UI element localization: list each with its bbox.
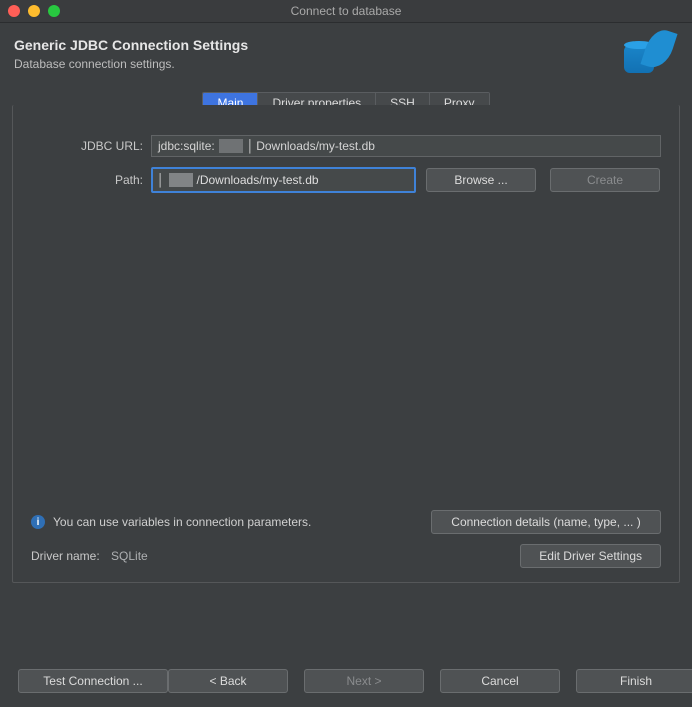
page-subtitle: Database connection settings. [14, 57, 248, 71]
database-feather-icon [620, 31, 672, 76]
jdbc-url-suffix: Downloads/my-test.db [256, 139, 375, 153]
minimize-icon[interactable] [28, 5, 40, 17]
jdbc-url-prefix: jdbc:sqlite: [158, 139, 215, 153]
text-caret: │ [247, 139, 255, 153]
wizard-footer: Test Connection ... < Back Next > Cancel… [0, 669, 692, 693]
connection-details-button[interactable]: Connection details (name, type, ... ) [431, 510, 661, 534]
window-titlebar: Connect to database [0, 0, 692, 23]
info-note: i You can use variables in connection pa… [31, 515, 311, 529]
traffic-lights [8, 5, 60, 17]
info-icon: i [31, 515, 45, 529]
row-jdbc-url: JDBC URL: jdbc:sqlite: │Downloads/my-tes… [31, 135, 661, 157]
back-button[interactable]: < Back [168, 669, 288, 693]
input-path[interactable]: │ /Downloads/my-test.db [151, 167, 416, 193]
window-title: Connect to database [0, 4, 692, 18]
dialog-header: Generic JDBC Connection Settings Databas… [0, 23, 692, 88]
driver-name-row: Driver name: SQLite [31, 549, 148, 563]
input-jdbc-url[interactable]: jdbc:sqlite: │Downloads/my-test.db [151, 135, 661, 157]
path-value: /Downloads/my-test.db [197, 173, 319, 187]
tab-panel-main: JDBC URL: jdbc:sqlite: │Downloads/my-tes… [12, 105, 680, 583]
test-connection-button[interactable]: Test Connection ... [18, 669, 168, 693]
browse-button[interactable]: Browse ... [426, 168, 536, 192]
next-button[interactable]: Next > [304, 669, 424, 693]
text-caret: │ [157, 173, 165, 187]
label-jdbc-url: JDBC URL: [31, 139, 151, 153]
page-title: Generic JDBC Connection Settings [14, 37, 248, 53]
maximize-icon[interactable] [48, 5, 60, 17]
create-button[interactable]: Create [550, 168, 660, 192]
driver-name-value: SQLite [111, 549, 148, 563]
row-path: Path: │ /Downloads/my-test.db Browse ...… [31, 167, 661, 193]
label-path: Path: [31, 173, 151, 187]
info-text: You can use variables in connection para… [53, 515, 311, 529]
redacted-segment [219, 139, 243, 153]
label-driver-name: Driver name: [31, 549, 100, 563]
edit-driver-settings-button[interactable]: Edit Driver Settings [520, 544, 661, 568]
cancel-button[interactable]: Cancel [440, 669, 560, 693]
finish-button[interactable]: Finish [576, 669, 692, 693]
redacted-segment [169, 173, 193, 187]
close-icon[interactable] [8, 5, 20, 17]
